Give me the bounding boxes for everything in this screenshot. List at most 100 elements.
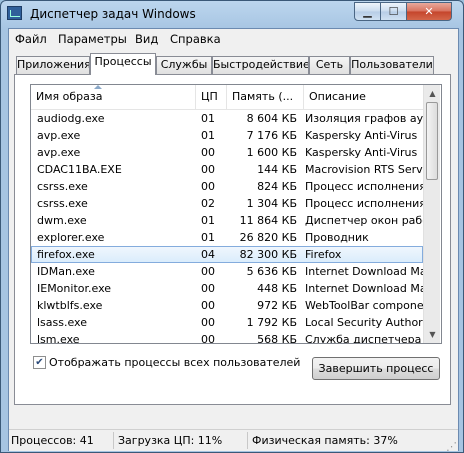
process-row[interactable]: explorer.exe 01 26 820 КБ Проводник: [31, 229, 423, 246]
list-header: Имя образа ЦП Память (... Описание: [31, 85, 423, 110]
process-name: avp.exe: [37, 129, 81, 142]
end-process-button[interactable]: Завершить процесс: [312, 357, 440, 380]
column-memory[interactable]: Память (...: [227, 85, 304, 109]
process-memory: 11 864 КБ: [239, 214, 297, 227]
process-description: Проводник: [305, 231, 369, 244]
process-cpu: 00: [201, 146, 215, 159]
process-description: WebToolBar component: [305, 299, 423, 312]
process-cpu: 00: [201, 265, 215, 278]
process-name: CDAC11BA.EXE: [37, 163, 122, 176]
process-memory: 972 КБ: [257, 299, 297, 312]
process-row[interactable]: dwm.exe 01 11 864 КБ Диспетчер окон рабочег…: [31, 212, 423, 229]
show-all-users-checkbox[interactable]: ✔: [33, 356, 46, 369]
process-name: lsm.exe: [37, 333, 80, 344]
process-row[interactable]: lsm.exe 00 568 КБ Служба диспетчера локал: [31, 331, 423, 344]
process-row[interactable]: avp.exe 00 1 600 КБ Kaspersky Anti-Virus: [31, 144, 423, 161]
process-cpu: 00: [201, 163, 215, 176]
process-description: Kaspersky Anti-Virus: [305, 146, 418, 159]
process-row[interactable]: IDMan.exe 00 5 636 КБ Internet Download Man…: [31, 263, 423, 280]
process-description: Kaspersky Anti-Virus: [305, 129, 418, 142]
process-description: Local Security Authority Pro: [305, 316, 423, 329]
tab-processes[interactable]: Процессы: [90, 53, 156, 75]
process-memory: 448 КБ: [257, 282, 297, 295]
show-all-users-label: Отображать процессы всех пользователей: [49, 356, 301, 369]
column-image-name-label: Имя образа: [36, 90, 103, 103]
process-cpu: 02: [201, 197, 215, 210]
process-list[interactable]: Имя образа ЦП Память (... Описание audio…: [30, 84, 442, 344]
process-memory: 824 КБ: [257, 180, 297, 193]
tab-applications[interactable]: Приложения: [16, 56, 90, 74]
minimize-icon: ▁: [363, 5, 372, 18]
process-cpu: 00: [201, 299, 215, 312]
task-manager-app-icon: [7, 6, 22, 20]
maximize-icon: ☐: [388, 5, 399, 18]
tab-performance[interactable]: Быстродействие: [212, 56, 309, 74]
process-row[interactable]: csrss.exe 00 824 КБ Процесс исполнения клие…: [31, 178, 423, 195]
process-memory: 5 636 КБ: [246, 265, 297, 278]
maximize-button[interactable]: ☐: [380, 2, 407, 21]
process-description: Диспетчер окон рабочего: [305, 214, 423, 227]
process-memory: 1 600 КБ: [246, 146, 297, 159]
process-name: explorer.exe: [37, 231, 105, 244]
process-name: lsass.exe: [37, 316, 87, 329]
vertical-scrollbar[interactable]: ▲ ▼: [423, 85, 440, 343]
process-memory: 568 КБ: [257, 333, 297, 344]
process-name: klwtblfs.exe: [37, 299, 103, 312]
process-name: IEMonitor.exe: [37, 282, 112, 295]
process-memory: 144 КБ: [257, 163, 297, 176]
process-name: csrss.exe: [37, 180, 88, 193]
status-cpu-usage: Загрузка ЦП: 11%: [116, 432, 248, 449]
tab-services[interactable]: Службы: [156, 56, 212, 74]
process-name: avp.exe: [37, 146, 81, 159]
process-memory: 7 176 КБ: [246, 129, 297, 142]
process-cpu: 00: [201, 316, 215, 329]
minimize-button[interactable]: ▁: [354, 2, 381, 21]
process-cpu: 01: [201, 214, 215, 227]
column-description[interactable]: Описание: [304, 85, 423, 109]
process-description: Служба диспетчера локал: [305, 333, 423, 344]
close-button[interactable]: ✕: [406, 2, 452, 21]
client-area: Файл Параметры Вид Справка Приложения Пр…: [8, 28, 459, 452]
process-description: Процесс исполнения клиен: [305, 197, 423, 210]
process-cpu: 00: [201, 282, 215, 295]
process-name: firefox.exe: [37, 248, 95, 261]
processes-panel: Имя образа ЦП Память (... Описание audio…: [14, 74, 451, 405]
tab-users[interactable]: Пользователи: [350, 56, 434, 74]
process-rows: audiodg.exe 01 8 604 КБ Изоляция графов ауд…: [31, 110, 423, 344]
status-bar: Процессов: 41 Загрузка ЦП: 11% Физическа…: [9, 429, 458, 452]
title-bar[interactable]: Диспетчер задач Windows ▁ ☐ ✕: [1, 1, 463, 28]
process-name: IDMan.exe: [37, 265, 95, 278]
process-description: Изоляция графов аудиоус: [305, 112, 423, 125]
process-description: Internet Download Manager: [305, 282, 423, 295]
process-name: csrss.exe: [37, 197, 88, 210]
menu-view[interactable]: Вид: [135, 32, 158, 46]
process-row[interactable]: csrss.exe 02 1 304 КБ Процесс исполнения кл…: [31, 195, 423, 212]
process-row[interactable]: audiodg.exe 01 8 604 КБ Изоляция графов ауд…: [31, 110, 423, 127]
menu-help[interactable]: Справка: [170, 32, 221, 46]
process-row[interactable]: avp.exe 01 7 176 КБ Kaspersky Anti-Virus: [31, 127, 423, 144]
tab-networking[interactable]: Сеть: [309, 56, 350, 74]
scroll-up-icon[interactable]: ▲: [424, 85, 441, 102]
resize-grip-icon[interactable]: [446, 440, 457, 452]
task-manager-window: Диспетчер задач Windows ▁ ☐ ✕ Файл Парам…: [0, 0, 464, 453]
process-cpu: 01: [201, 112, 215, 125]
process-cpu: 01: [201, 231, 215, 244]
column-image-name[interactable]: Имя образа: [31, 85, 196, 109]
process-row[interactable]: CDAC11BA.EXE 00 144 КБ Macrovision RTS Serv…: [31, 161, 423, 178]
status-process-count: Процессов: 41: [9, 432, 114, 449]
process-row[interactable]: lsass.exe 00 1 792 КБ Local Security Author…: [31, 314, 423, 331]
process-memory: 82 300 КБ: [239, 248, 297, 261]
process-description: Процесс исполнения клиен: [305, 180, 423, 193]
process-row[interactable]: firefox.exe 04 82 300 КБ Firefox: [31, 246, 423, 263]
process-row[interactable]: IEMonitor.exe 00 448 КБ Internet Download M…: [31, 280, 423, 297]
scroll-thumb[interactable]: [426, 102, 438, 180]
column-cpu[interactable]: ЦП: [196, 85, 227, 109]
menu-options[interactable]: Параметры: [58, 32, 127, 46]
process-row[interactable]: klwtblfs.exe 00 972 КБ WebToolBar component: [31, 297, 423, 314]
menu-bar: Файл Параметры Вид Справка: [9, 29, 458, 48]
menu-file[interactable]: Файл: [15, 32, 47, 46]
process-memory: 1 792 КБ: [246, 316, 297, 329]
process-description: Internet Download Manager: [305, 265, 423, 278]
scroll-down-icon[interactable]: ▼: [424, 326, 441, 343]
window-title: Диспетчер задач Windows: [30, 7, 196, 21]
